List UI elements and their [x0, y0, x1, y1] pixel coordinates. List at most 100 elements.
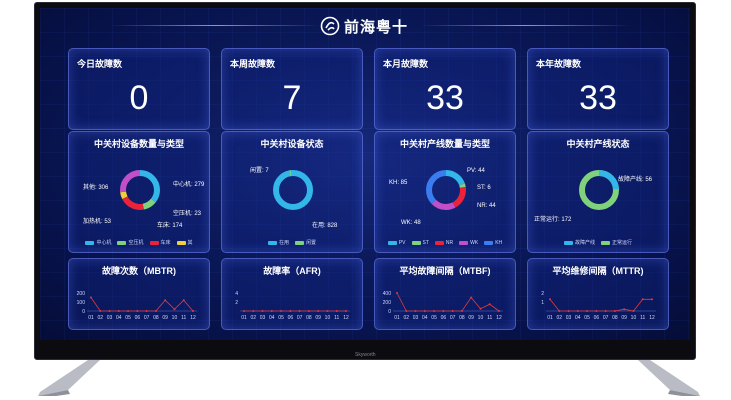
data-point[interactable] [270, 310, 273, 312]
x-tick-label: 06 [441, 315, 447, 321]
donut-legend: 故障产线 正常运行 [528, 239, 668, 246]
x-tick-label: 11 [181, 315, 186, 321]
series-line [90, 297, 194, 312]
data-point[interactable] [498, 310, 500, 312]
data-point[interactable] [108, 310, 111, 312]
x-tick-label: 12 [649, 315, 655, 321]
data-point[interactable] [243, 310, 245, 312]
data-point[interactable] [182, 299, 185, 302]
data-point[interactable] [326, 310, 329, 312]
data-point[interactable] [433, 310, 436, 312]
data-point[interactable] [558, 310, 561, 312]
x-tick-label: 02 [97, 315, 103, 321]
legend-item[interactable]: PV [387, 240, 406, 246]
donut-legend: 在用 闲置 [222, 239, 362, 246]
x-tick-label: 09 [621, 315, 627, 321]
donut-chart-device-status [273, 170, 313, 210]
data-point[interactable] [317, 310, 320, 312]
series-line [396, 292, 500, 312]
data-point[interactable] [396, 292, 398, 294]
data-point[interactable] [604, 310, 607, 312]
kpi-value: 33 [579, 79, 617, 117]
data-point[interactable] [90, 296, 92, 299]
legend-item[interactable]: 车床 [149, 239, 171, 246]
x-tick-label: 03 [566, 315, 572, 321]
data-point[interactable] [136, 310, 139, 312]
x-tick-label: 02 [403, 315, 409, 321]
data-point[interactable] [549, 298, 551, 301]
data-point[interactable] [586, 310, 589, 312]
data-point[interactable] [145, 310, 148, 312]
donut-label: 故障产线: 56 [618, 177, 653, 183]
line-card-mbtr: 故障次数（MBTR) 200 100 0 01 02 03 04 05 06 07 08 09 10 11… [68, 258, 210, 330]
x-tick-label: 08 [306, 315, 312, 321]
data-point[interactable] [414, 310, 417, 312]
legend-item[interactable]: 其 [176, 239, 193, 246]
data-point[interactable] [460, 310, 463, 312]
x-tick-label: 07 [450, 315, 456, 321]
donut-card-device-types: 中关村设备数量与类型 其他: 306 中心机: 279 空压机: 23 车床: … [68, 131, 210, 253]
donut-label: 加热机: 53 [83, 219, 112, 225]
x-tick-label: 06 [288, 315, 294, 321]
y-tick-label: 200 [383, 300, 392, 306]
kpi-card-week: 本周故障数 7 [221, 48, 363, 130]
data-point[interactable] [289, 310, 292, 312]
data-point[interactable] [595, 310, 598, 312]
legend-item[interactable]: 正常运行 [601, 239, 632, 246]
data-point[interactable] [345, 310, 347, 312]
data-point[interactable] [405, 310, 408, 312]
data-point[interactable] [451, 310, 454, 312]
data-point[interactable] [641, 298, 644, 301]
donut-label: 其他: 306 [83, 185, 109, 191]
x-tick-label: 01 [547, 315, 553, 321]
data-point[interactable] [423, 310, 426, 312]
x-tick-label: 12 [190, 315, 196, 321]
data-point[interactable] [164, 299, 167, 302]
data-point[interactable] [252, 310, 255, 312]
x-tick-label: 10 [325, 315, 331, 321]
data-point[interactable] [298, 310, 301, 312]
data-point[interactable] [307, 310, 310, 312]
data-point[interactable] [127, 310, 130, 312]
legend-item[interactable]: 闲置 [295, 239, 316, 246]
header-line-right [420, 25, 630, 26]
data-point[interactable] [613, 310, 616, 312]
data-point[interactable] [99, 310, 102, 312]
x-tick-label: 03 [107, 315, 113, 321]
x-tick-label: 12 [343, 315, 349, 321]
donut-title: 中关村设备状态 [260, 139, 324, 149]
data-point[interactable] [280, 310, 283, 312]
legend-item[interactable]: 故障产线 [563, 239, 595, 246]
data-point[interactable] [117, 310, 120, 312]
data-point[interactable] [173, 308, 176, 311]
data-point[interactable] [470, 296, 473, 299]
data-point[interactable] [154, 310, 157, 312]
legend-item[interactable]: 中心机 [85, 239, 111, 246]
data-point[interactable] [567, 310, 570, 312]
data-point[interactable] [651, 298, 653, 301]
tv-stand-left [38, 360, 100, 396]
legend-item[interactable]: WK [459, 240, 478, 246]
legend-item[interactable]: NR [434, 240, 453, 246]
x-tick-label: 04 [575, 315, 581, 321]
data-point[interactable] [576, 310, 579, 312]
data-point[interactable] [335, 310, 338, 312]
y-tick-label: 200 [77, 291, 86, 297]
legend-item[interactable]: 在用 [267, 239, 289, 246]
data-point[interactable] [632, 310, 635, 312]
data-point[interactable] [488, 303, 491, 306]
legend-item[interactable]: 空压机 [117, 239, 144, 246]
data-point[interactable] [261, 310, 264, 312]
kpi-title: 今日故障数 [77, 59, 123, 69]
data-point[interactable] [442, 310, 445, 312]
donut-legend: PV ST NR WK KH [375, 240, 515, 246]
data-point[interactable] [192, 310, 194, 312]
donut-chart-line-status [579, 170, 619, 210]
donut-label: 正常运行: 172 [534, 217, 572, 223]
legend-item[interactable]: ST [411, 240, 429, 246]
data-point[interactable] [623, 308, 626, 311]
data-point[interactable] [479, 307, 482, 310]
legend-item[interactable]: KH [484, 240, 502, 246]
x-tick-label: 02 [556, 315, 562, 321]
line-card-mttr: 平均维修间隔（MTTR) 2 1 01 02 03 04 05 06 07 08 09 10 11 12 [527, 258, 669, 330]
